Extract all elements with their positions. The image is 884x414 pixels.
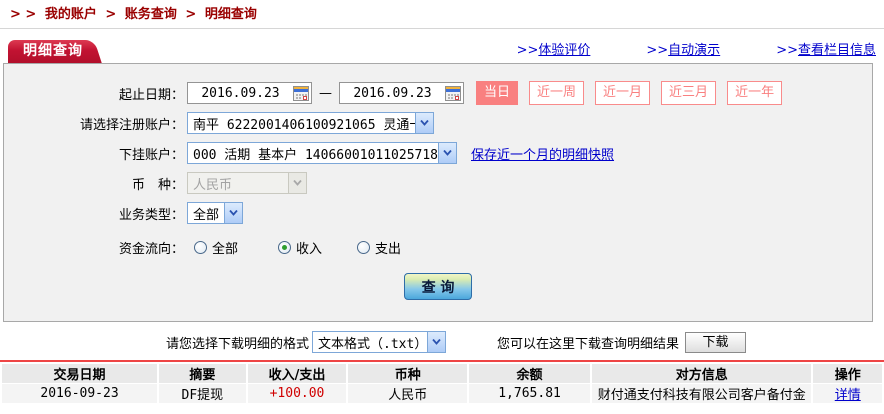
date-from-input[interactable]: 2016.09.23 [187, 82, 312, 104]
col-header-balance: 余额 [469, 364, 590, 383]
currency-label: 币 种： [4, 174, 184, 193]
breadcrumb: > > 我的账户 > 账务查询 > 明细查询 [0, 0, 884, 29]
download-row: 请您选择下载明细的格式 文本格式（.txt） 您可以在这里下载查询明细结果 下载 [0, 331, 884, 353]
query-form-panel: 起止日期： 2016.09.23 — 2016.09.23 [3, 63, 873, 322]
radio-option-all[interactable]: 全部 [194, 238, 238, 257]
sub-account-label: 下挂账户： [4, 144, 184, 163]
register-account-row: 请选择注册账户： 南平 6222001406100921065 灵通卡 [4, 111, 872, 135]
period-button-last-year[interactable]: 近一年 [727, 81, 782, 105]
table-header-row: 交易日期 摘要 收入/支出 币种 余额 对方信息 操作 [2, 364, 882, 383]
chevron-down-icon [288, 173, 306, 193]
breadcrumb-separator: > [105, 7, 116, 22]
link-prefix: >> [776, 43, 798, 58]
radio-option-income[interactable]: 收入 [278, 238, 322, 257]
link-experience-review[interactable]: >>体验评价 [517, 39, 591, 58]
link-label: 体验评价 [538, 43, 590, 58]
col-header-action: 操作 [813, 364, 882, 383]
business-type-value: 全部 [188, 204, 224, 223]
cell-counterparty: 财付通支付科技有限公司客户备付金 [592, 384, 812, 403]
date-to-input[interactable]: 2016.09.23 [339, 82, 464, 104]
currency-select: 人民币 [187, 172, 307, 194]
radio-label: 全部 [212, 238, 238, 257]
header-links: >>体验评价 >>自动演示 >>查看栏目信息 [461, 39, 876, 58]
date-from-value: 2016.09.23 [188, 86, 293, 101]
fund-flow-options: 全部 收入 支出 [194, 238, 441, 257]
radio-option-expense[interactable]: 支出 [357, 238, 401, 257]
page-title: 明细查询 [8, 40, 104, 63]
radio-icon[interactable] [194, 241, 207, 254]
breadcrumb-item-detail-query[interactable]: 明细查询 [205, 7, 257, 22]
link-label: 查看栏目信息 [798, 43, 876, 58]
fund-flow-label: 资金流向： [4, 238, 184, 257]
sub-account-select[interactable]: 000 活期 基本户 1406600101102571848 [187, 142, 457, 164]
col-header-summary: 摘要 [159, 364, 246, 383]
period-button-last-week[interactable]: 近一周 [529, 81, 584, 105]
query-button[interactable]: 查 询 [404, 273, 472, 300]
date-range-label: 起止日期： [4, 84, 184, 103]
period-button-last-month[interactable]: 近一月 [595, 81, 650, 105]
cell-trade-date: 2016-09-23 [2, 384, 157, 403]
cell-action: 详情 [813, 384, 882, 403]
breadcrumb-prefix: > > [10, 7, 36, 22]
link-view-column-info[interactable]: >>查看栏目信息 [776, 39, 876, 58]
business-type-row: 业务类型： 全部 [4, 201, 872, 225]
business-type-label: 业务类型： [4, 204, 184, 223]
query-button-row: 查 询 [4, 273, 872, 300]
breadcrumb-separator: > [185, 7, 196, 22]
col-header-currency: 币种 [348, 364, 467, 383]
currency-row: 币 种： 人民币 [4, 171, 872, 195]
calendar-icon[interactable] [293, 86, 309, 101]
date-range-row: 起止日期： 2016.09.23 — 2016.09.23 [4, 81, 872, 105]
radio-icon[interactable] [357, 241, 370, 254]
business-type-select[interactable]: 全部 [187, 202, 243, 224]
cell-currency: 人民币 [348, 384, 467, 403]
radio-label: 收入 [296, 238, 322, 257]
breadcrumb-item-my-account[interactable]: 我的账户 [45, 7, 97, 22]
register-account-select[interactable]: 南平 6222001406100921065 灵通卡 [187, 112, 434, 134]
calendar-icon[interactable] [445, 86, 461, 101]
download-format-select[interactable]: 文本格式（.txt） [312, 331, 446, 353]
col-header-income-expense: 收入/支出 [248, 364, 347, 383]
register-account-label: 请选择注册账户： [4, 114, 184, 133]
radio-icon[interactable] [278, 241, 291, 254]
register-account-value: 南平 6222001406100921065 灵通卡 [188, 114, 415, 133]
sub-account-row: 下挂账户： 000 活期 基本户 1406600101102571848 保存近… [4, 141, 872, 165]
transaction-table: 交易日期 摘要 收入/支出 币种 余额 对方信息 操作 2016-09-23 D… [0, 363, 884, 404]
period-button-last-3-months[interactable]: 近三月 [661, 81, 716, 105]
col-header-trade-date: 交易日期 [2, 364, 157, 383]
currency-value: 人民币 [188, 174, 288, 193]
link-prefix: >> [517, 43, 539, 58]
sub-account-value: 000 活期 基本户 1406600101102571848 [188, 144, 438, 163]
save-snapshot-link[interactable]: 保存近一个月的明细快照 [471, 144, 614, 163]
download-format-value: 文本格式（.txt） [313, 333, 427, 352]
chevron-down-icon[interactable] [427, 332, 445, 352]
date-range-dash: — [319, 86, 332, 101]
chevron-down-icon[interactable] [415, 113, 433, 133]
period-button-today[interactable]: 当日 [476, 81, 518, 105]
col-header-counterparty: 对方信息 [592, 364, 812, 383]
chevron-down-icon[interactable] [438, 143, 456, 163]
breadcrumb-item-account-query[interactable]: 账务查询 [125, 7, 177, 22]
date-to-value: 2016.09.23 [340, 86, 445, 101]
cell-summary: DF提现 [159, 384, 246, 403]
table-row: 2016-09-23 DF提现 +100.00 人民币 1,765.81 财付通… [2, 384, 882, 403]
link-label: 自动演示 [668, 43, 720, 58]
cell-amount: +100.00 [248, 384, 347, 403]
tab-detail-query[interactable]: 明细查询 [8, 40, 104, 63]
cell-balance: 1,765.81 [469, 384, 590, 403]
table-top-divider [0, 360, 884, 362]
fund-flow-row: 资金流向： 全部 收入 支出 [4, 235, 872, 259]
link-prefix: >> [646, 43, 668, 58]
radio-label: 支出 [375, 238, 401, 257]
download-format-label: 请您选择下载明细的格式 [166, 333, 309, 352]
chevron-down-icon[interactable] [224, 203, 242, 223]
link-auto-demo[interactable]: >>自动演示 [646, 39, 720, 58]
download-button[interactable]: 下载 [685, 332, 746, 353]
detail-link[interactable]: 详情 [835, 388, 861, 403]
download-hint-text: 您可以在这里下载查询明细结果 [497, 333, 679, 352]
section-header-row: 明细查询 >>体验评价 >>自动演示 >>查看栏目信息 [0, 38, 884, 63]
